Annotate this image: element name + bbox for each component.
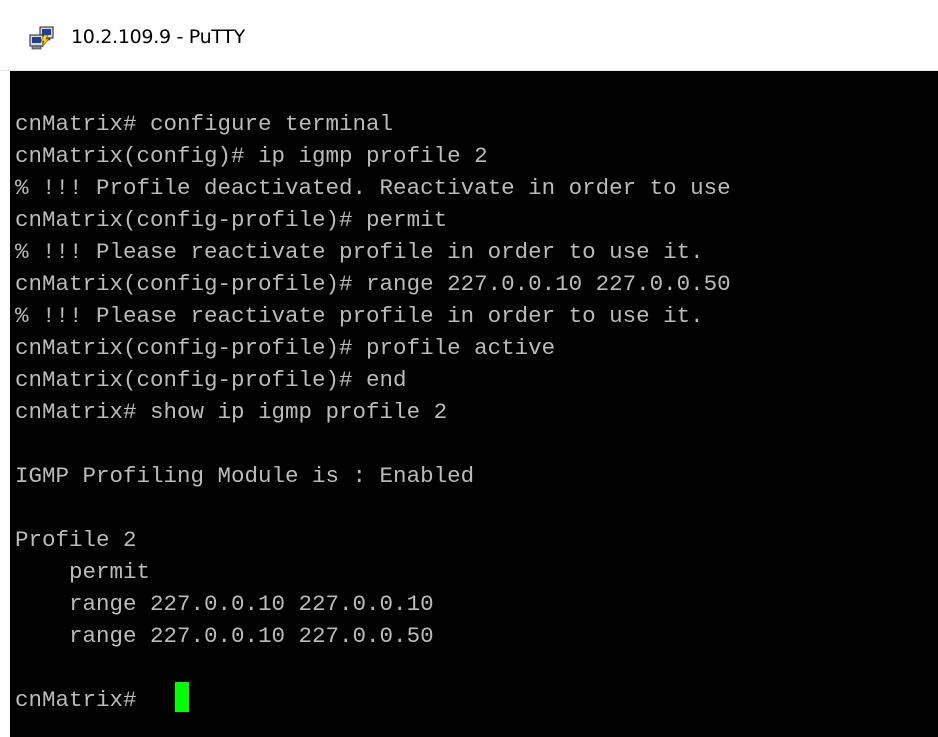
terminal-line: % !!! Please reactivate profile in order… (15, 239, 704, 265)
terminal-line: range 227.0.0.10 227.0.0.50 (15, 623, 434, 649)
terminal-line: IGMP Profiling Module is : Enabled (15, 463, 475, 489)
terminal-line: range 227.0.0.10 227.0.0.10 (15, 591, 434, 617)
window-title: 10.2.109.9 - PuTTY (71, 26, 245, 48)
terminal-line: cnMatrix(config-profile)# permit (15, 207, 448, 233)
terminal-line: cnMatrix# configure terminal (15, 111, 394, 137)
terminal-line: cnMatrix(config)# ip igmp profile 2 (15, 143, 488, 169)
terminal-area[interactable]: cnMatrix# configure terminal cnMatrix(co… (10, 71, 938, 737)
command-prompt: cnMatrix# (15, 687, 151, 713)
text-cursor (175, 682, 189, 712)
terminal-line: cnMatrix# show ip igmp profile 2 (15, 399, 448, 425)
terminal-output: cnMatrix# configure terminal cnMatrix(co… (15, 108, 731, 684)
terminal-line: cnMatrix(config-profile)# profile active (15, 335, 556, 361)
title-bar[interactable]: 10.2.109.9 - PuTTY (0, 0, 938, 71)
terminal-line: cnMatrix(config-profile)# end (15, 367, 407, 393)
terminal-line: Profile 2 (15, 527, 137, 553)
terminal-line: cnMatrix(config-profile)# range 227.0.0.… (15, 271, 731, 297)
terminal-line: % !!! Please reactivate profile in order… (15, 303, 704, 329)
putty-window: 10.2.109.9 - PuTTY cnMatrix# configure t… (0, 0, 938, 737)
putty-icon (29, 26, 54, 50)
terminal-line: permit (15, 559, 151, 585)
terminal-line: % !!! Profile deactivated. Reactivate in… (15, 175, 731, 201)
